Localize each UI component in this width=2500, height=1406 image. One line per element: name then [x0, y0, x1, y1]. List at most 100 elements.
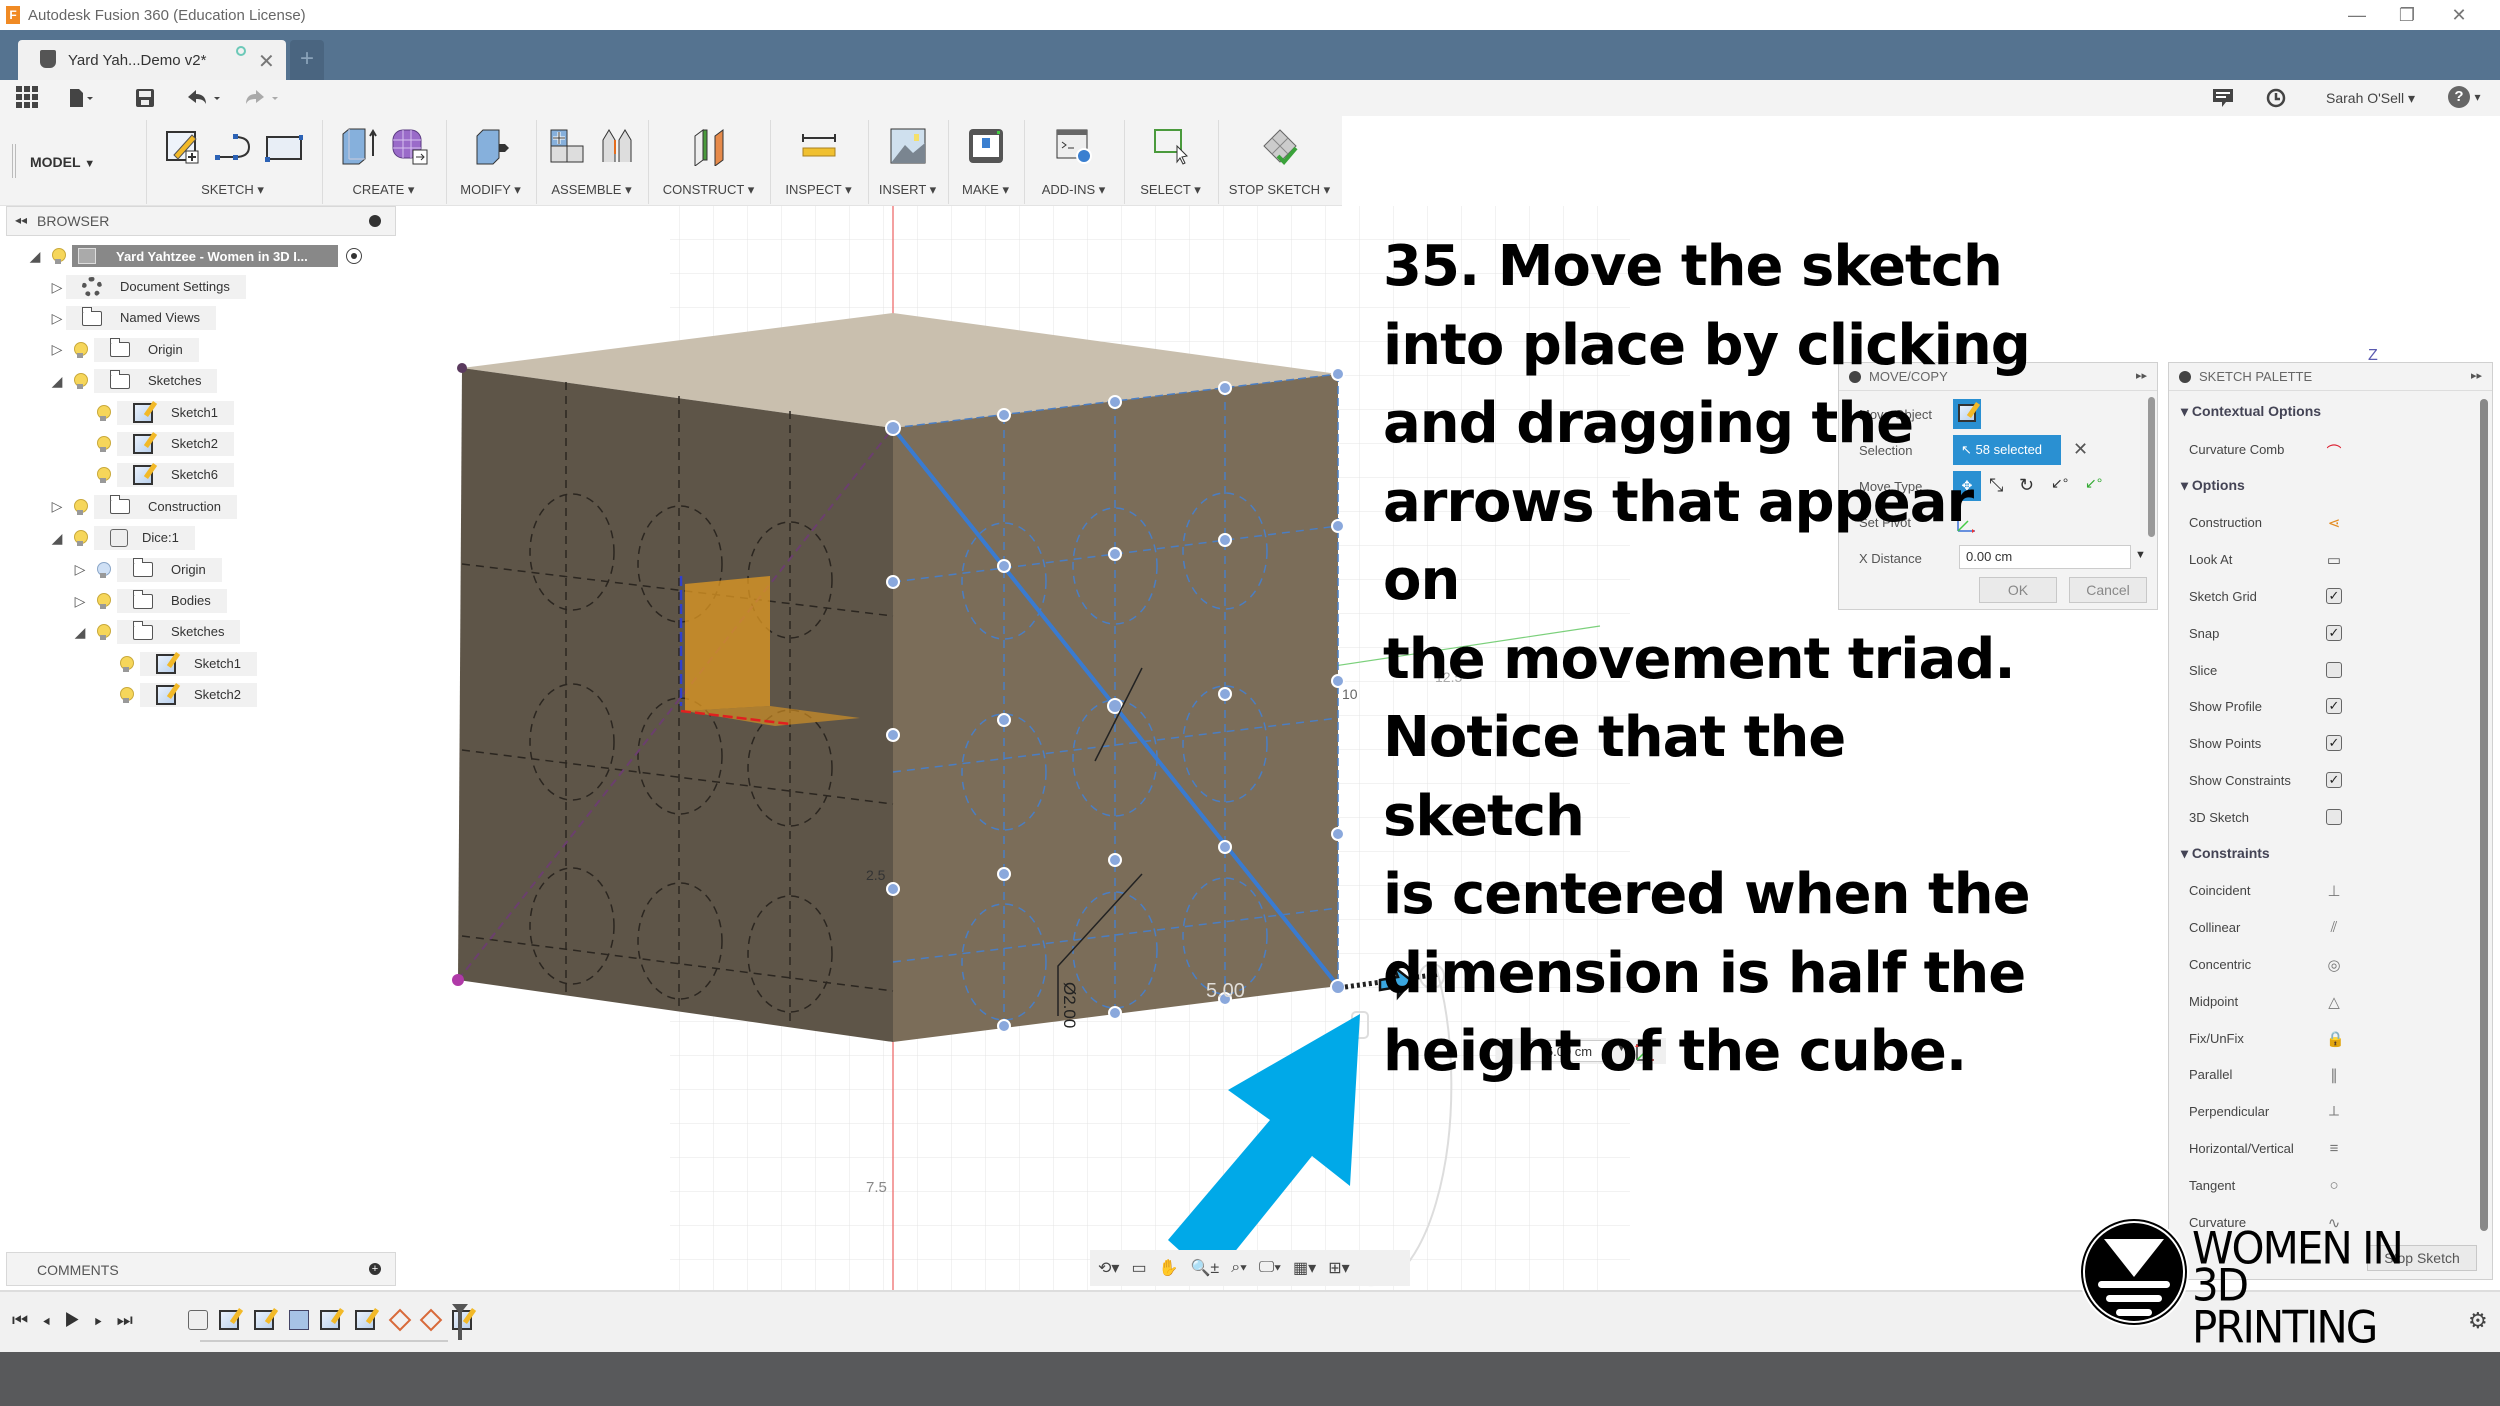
- parallel-constraint-icon[interactable]: ∥: [2326, 1066, 2342, 1084]
- rectangle-icon[interactable]: [263, 126, 303, 166]
- browser-tree-item[interactable]: ◢ Dice:1: [48, 525, 195, 551]
- palette-checkbox[interactable]: ✓: [2326, 624, 2342, 641]
- minus-circle-icon[interactable]: [369, 215, 381, 227]
- activate-radio-icon[interactable]: [346, 248, 362, 264]
- visibility-bulb-icon[interactable]: [97, 436, 111, 452]
- timeline-sketch-icon[interactable]: [254, 1310, 274, 1330]
- tangent-constraint-icon[interactable]: ○: [2326, 1177, 2342, 1194]
- toolbar-group-assemble[interactable]: ASSEMBLE ▾: [536, 120, 646, 204]
- display-settings-icon[interactable]: 🖵▾: [1259, 1259, 1281, 1277]
- visibility-bulb-icon[interactable]: [97, 593, 111, 609]
- save-button[interactable]: [135, 88, 155, 108]
- timeline-move-icon[interactable]: [419, 1308, 443, 1332]
- new-component-icon[interactable]: [547, 126, 587, 166]
- expand-palette-icon[interactable]: ▸▸: [2471, 369, 2482, 382]
- toolbar-group-select[interactable]: SELECT ▾: [1124, 120, 1216, 204]
- visibility-bulb-icon[interactable]: [97, 404, 111, 421]
- coincident-constraint-icon[interactable]: ⊥: [2326, 882, 2342, 900]
- new-tab-button[interactable]: +: [290, 40, 324, 80]
- horizontal-vertical-constraint-icon[interactable]: ≡: [2326, 1140, 2342, 1157]
- timeline-settings-gear-icon[interactable]: ⚙: [2468, 1308, 2488, 1334]
- timeline-move-icon[interactable]: [388, 1308, 412, 1332]
- toolbar-group-sketch[interactable]: SKETCH ▾: [146, 120, 318, 204]
- palette-checkbox[interactable]: ✓: [2326, 588, 2342, 604]
- cancel-button[interactable]: Cancel: [2069, 577, 2147, 603]
- select-icon[interactable]: [1151, 126, 1191, 166]
- collapse-triangle-icon[interactable]: ◢: [48, 530, 66, 547]
- timeline-sketch-icon[interactable]: [320, 1310, 340, 1330]
- expand-triangle-icon[interactable]: ▷: [48, 341, 66, 358]
- user-menu[interactable]: Sarah O'Sell ▾: [2326, 90, 2415, 110]
- perpendicular-constraint-icon[interactable]: ⟂: [2326, 1103, 2342, 1120]
- data-panel-grid-icon[interactable]: [16, 86, 38, 108]
- measure-icon[interactable]: [799, 126, 839, 166]
- sketch-palette-header[interactable]: SKETCH PALETTE ▸▸: [2169, 363, 2492, 391]
- redo-button[interactable]: [242, 88, 282, 108]
- diameter-dimension[interactable]: Ø2.00: [1060, 982, 1079, 1028]
- browser-tree-item[interactable]: ▷ Origin: [48, 337, 199, 363]
- step-forward-button[interactable]: ▸: [94, 1310, 116, 1330]
- minimize-button[interactable]: —: [2342, 3, 2372, 27]
- form-icon[interactable]: [389, 126, 429, 166]
- extrude-icon[interactable]: [339, 126, 379, 166]
- help-menu[interactable]: ? ▾: [2448, 86, 2480, 108]
- step-back-button[interactable]: ◂: [42, 1310, 64, 1330]
- browser-tree-item[interactable]: Sketch2: [71, 431, 234, 457]
- play-button[interactable]: ▶: [64, 1310, 94, 1330]
- section-collapse-icon[interactable]: ▾: [2181, 845, 2192, 861]
- visibility-bulb-icon[interactable]: [74, 341, 88, 358]
- offset-plane-icon[interactable]: [689, 126, 729, 166]
- construction-icon[interactable]: ⋖: [2326, 514, 2342, 532]
- file-menu-button[interactable]: [68, 88, 94, 108]
- timeline-sketch-icon[interactable]: [219, 1310, 239, 1330]
- visibility-bulb-icon[interactable]: [52, 248, 66, 264]
- dialog-scrollbar[interactable]: [2148, 397, 2155, 537]
- restore-button[interactable]: ❐: [2392, 3, 2422, 27]
- browser-tree-item[interactable]: Sketch2: [94, 682, 257, 708]
- comments-panel[interactable]: COMMENTS +: [6, 1252, 396, 1286]
- add-comment-icon[interactable]: +: [369, 1263, 381, 1275]
- toolbar-group-construct[interactable]: CONSTRUCT ▾: [648, 120, 768, 204]
- visibility-bulb-icon[interactable]: [120, 687, 134, 704]
- go-to-start-button[interactable]: ⏮: [12, 1310, 42, 1330]
- concentric-constraint-icon[interactable]: ◎: [2326, 956, 2342, 974]
- 3d-print-icon[interactable]: [966, 126, 1006, 166]
- browser-tree-item[interactable]: ◢ Sketches: [71, 619, 241, 645]
- palette-section-options[interactable]: ▾ Options: [2181, 477, 2245, 494]
- comments-button[interactable]: [2212, 88, 2234, 108]
- section-collapse-icon[interactable]: ▾: [2181, 477, 2192, 493]
- expand-triangle-icon[interactable]: ▷: [48, 498, 66, 515]
- visibility-bulb-icon[interactable]: [74, 498, 88, 515]
- visibility-bulb-icon[interactable]: [74, 530, 88, 547]
- close-tab-button[interactable]: ✕: [258, 49, 275, 74]
- chevron-down-icon[interactable]: ▼: [2135, 549, 2146, 561]
- visibility-bulb-icon[interactable]: [97, 467, 111, 484]
- look-at-icon[interactable]: ▭: [2326, 551, 2342, 569]
- browser-tree-item[interactable]: Sketch1: [94, 651, 257, 677]
- palette-section-constraints[interactable]: ▾ Constraints: [2181, 845, 2270, 862]
- toolbar-group-make[interactable]: MAKE ▾: [948, 120, 1022, 204]
- browser-tree-item[interactable]: ▷ Construction: [48, 494, 237, 520]
- timeline-extrude-icon[interactable]: [289, 1310, 309, 1330]
- palette-checkbox[interactable]: ✓: [2326, 772, 2342, 788]
- viewports-icon[interactable]: ⊞▾: [1328, 1258, 1349, 1278]
- zoom-icon[interactable]: 🔍±: [1190, 1258, 1219, 1278]
- palette-scrollbar[interactable]: [2480, 399, 2488, 1231]
- timeline-component-icon[interactable]: [188, 1310, 208, 1330]
- undo-button[interactable]: [186, 88, 226, 108]
- document-tab[interactable]: Yard Yah...Demo v2* ✕: [18, 40, 286, 80]
- browser-tree-item[interactable]: ▷ Bodies: [71, 588, 227, 614]
- create-sketch-icon[interactable]: [163, 126, 203, 166]
- timeline-sketch-icon[interactable]: [355, 1310, 375, 1330]
- pan-hand-icon[interactable]: ✋: [1159, 1258, 1179, 1278]
- job-status-button[interactable]: [2266, 88, 2286, 108]
- clear-selection-icon[interactable]: ✕: [2073, 439, 2088, 460]
- toolbar-group-stop-sketch[interactable]: STOP SKETCH ▾: [1218, 120, 1340, 204]
- visibility-bulb-icon[interactable]: [97, 624, 111, 641]
- toolbar-group-modify[interactable]: MODIFY ▾: [446, 120, 534, 204]
- scripts-icon[interactable]: [1054, 126, 1094, 166]
- browser-tree-item[interactable]: ▷ Origin: [71, 557, 222, 583]
- look-at-icon[interactable]: ▭: [1131, 1258, 1146, 1278]
- browser-tree-item[interactable]: ◢ Sketches: [48, 368, 218, 394]
- toolbar-group-add-ins[interactable]: ADD-INS ▾: [1024, 120, 1122, 204]
